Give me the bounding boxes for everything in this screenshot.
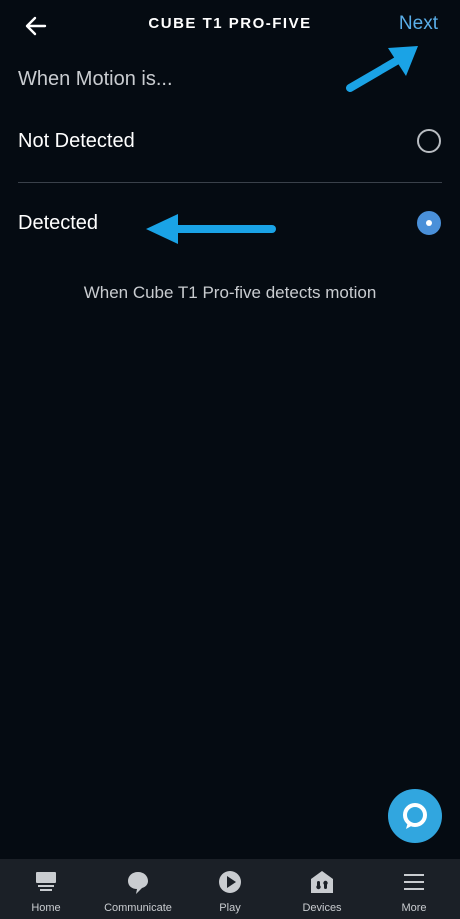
radio-button-selected[interactable] [417,211,441,235]
option-detected[interactable]: Detected [0,194,460,254]
nav-item-play[interactable]: Play [184,859,276,919]
home-icon [36,872,56,891]
devices-icon [311,871,333,893]
bottom-nav: Home Communicate Play Devices More [0,859,460,919]
app-screen: CUBE T1 PRO-FIVE Next When Motion is... … [0,0,460,919]
radio-button-unselected[interactable] [417,129,441,153]
alexa-button[interactable] [388,789,442,843]
nav-label: Play [219,902,241,914]
option-label: Detected [18,212,99,234]
section-label: When Motion is... [18,68,173,90]
nav-label: Communicate [104,902,172,914]
play-icon [219,871,241,893]
option-label: Not Detected [18,130,135,152]
alexa-ring-icon [403,803,427,829]
nav-label: Devices [302,902,342,914]
nav-label: More [401,902,427,914]
nav-item-communicate[interactable]: Communicate [92,859,184,919]
menu-icon [404,874,424,890]
option-not-detected[interactable]: Not Detected [0,112,460,172]
nav-item-home[interactable]: Home [0,859,92,919]
next-button[interactable]: Next [399,13,438,35]
nav-label: Home [31,902,61,914]
page-title: CUBE T1 PRO-FIVE [148,15,312,32]
header: CUBE T1 PRO-FIVE Next [0,0,460,52]
chat-bubble-icon [128,872,148,894]
nav-item-more[interactable]: More [368,859,460,919]
nav-item-devices[interactable]: Devices [276,859,368,919]
option-description: When Cube T1 Pro-five detects motion [83,283,377,302]
divider [18,182,442,183]
